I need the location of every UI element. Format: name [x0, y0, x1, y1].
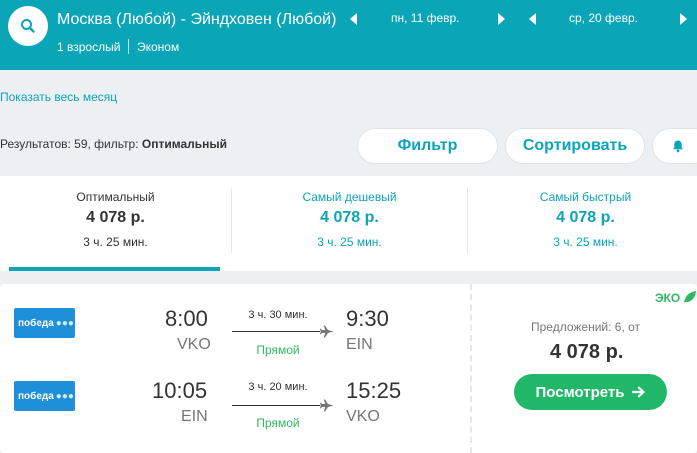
active-tab-indicator [9, 267, 220, 271]
airline-name: победа [18, 390, 54, 402]
airline-logo: победа ●●● [14, 381, 75, 411]
route-line [232, 405, 320, 406]
results-summary: Результатов: 59, фильтр: Оптимальный [0, 137, 227, 151]
segment-type: Прямой [256, 343, 300, 357]
divider [128, 39, 129, 54]
segment-duration: 3 ч. 20 мин. [248, 381, 308, 393]
departure-airport: VKO [177, 336, 211, 353]
passengers-count[interactable]: 1 взрослый [57, 40, 120, 54]
tab-duration: 3 ч. 25 мин. [317, 235, 382, 249]
arrival-airport: VKO [346, 408, 380, 425]
sort-tabs: Оптимальный 4 078 р. 3 ч. 25 мин. Самый … [0, 176, 697, 271]
results-prefix: Результатов: 59, фильтр: [0, 137, 142, 151]
tab-title: Самый дешевый [302, 190, 397, 204]
dots-icon: ●●● [55, 390, 74, 402]
chevron-left-icon[interactable] [529, 13, 536, 25]
tab-price: 4 078 р. [86, 209, 145, 226]
chevron-left-icon[interactable] [350, 13, 357, 25]
tab-fastest[interactable]: Самый быстрый 4 078 р. 3 ч. 25 мин. [468, 176, 697, 271]
cabin-class[interactable]: Эконом [137, 40, 179, 54]
notify-button[interactable] [652, 128, 697, 164]
arrow-right-icon [631, 386, 645, 398]
tab-duration: 3 ч. 25 мин. [553, 235, 618, 249]
search-header: Москва (Любой) - Эйндховен (Любой) пн, 1… [0, 0, 697, 70]
tab-price: 4 078 р. [320, 209, 379, 226]
return-date[interactable]: ср, 20 февр. [569, 11, 638, 25]
tab-duration: 3 ч. 25 мин. [83, 235, 148, 249]
dots-icon: ●●● [55, 317, 74, 329]
airline-logo: победа ●●● [14, 308, 75, 338]
tab-cheapest[interactable]: Самый дешевый 4 078 р. 3 ч. 25 мин. [232, 176, 467, 271]
view-ticket-button[interactable]: Посмотреть [514, 374, 667, 410]
plane-icon [320, 399, 334, 412]
departure-time: 8:00 [165, 306, 208, 331]
tab-title: Оптимальный [76, 190, 155, 204]
search-icon [21, 19, 35, 33]
eco-badge: ЭКО [655, 291, 681, 305]
offers-count: Предложений: 6, от [531, 320, 641, 334]
chevron-right-icon[interactable] [498, 13, 505, 25]
departure-airport: EIN [181, 408, 208, 425]
arrival-time: 15:25 [346, 378, 402, 403]
plane-icon [320, 325, 334, 338]
route-title[interactable]: Москва (Любой) - Эйндховен (Любой) [57, 11, 336, 29]
tab-price: 4 078 р. [556, 209, 615, 226]
arrival-time: 9:30 [346, 306, 389, 331]
depart-date[interactable]: пн, 11 февр. [391, 11, 460, 25]
results-filter: Оптимальный [141, 137, 228, 151]
tab-optimal[interactable]: Оптимальный 4 078 р. 3 ч. 25 мин. [0, 176, 231, 271]
segment-type: Прямой [256, 416, 300, 430]
segment-duration: 3 ч. 30 мин. [248, 309, 308, 321]
filter-button[interactable]: Фильтр [357, 128, 498, 164]
arrival-airport: EIN [346, 336, 373, 353]
show-month-link[interactable]: Показать весь месяц [0, 90, 117, 104]
route-line [232, 331, 320, 332]
ticket-price: 4 078 р. [550, 341, 624, 363]
tab-title: Самый быстрый [539, 190, 632, 204]
leaf-icon [684, 291, 696, 303]
search-button[interactable] [8, 6, 48, 46]
view-button-label: Посмотреть [535, 383, 625, 401]
bell-icon [673, 140, 683, 153]
divider [470, 284, 472, 453]
departure-time: 10:05 [152, 378, 208, 403]
sort-button[interactable]: Сортировать [505, 128, 645, 164]
chevron-right-icon[interactable] [680, 13, 687, 25]
airline-name: победа [18, 317, 54, 329]
